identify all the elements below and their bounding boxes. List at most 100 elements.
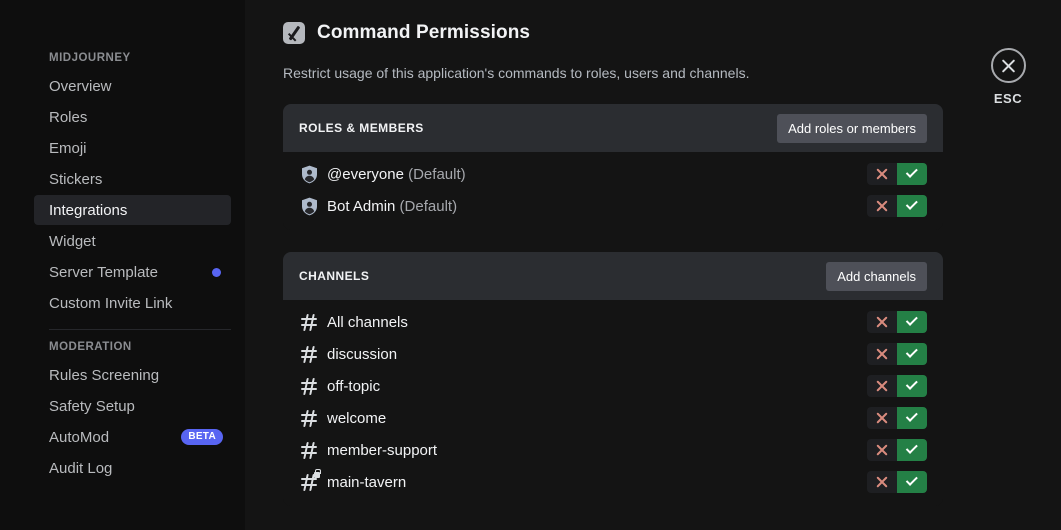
deny-button[interactable] [867, 311, 897, 334]
sidebar-item-label: Custom Invite Link [49, 294, 173, 312]
sidebar-item-emoji[interactable]: Emoji [34, 133, 231, 163]
sidebar-item-label: Stickers [49, 170, 103, 188]
hash-icon [301, 441, 327, 459]
add-channels-button[interactable]: Add channels [826, 261, 927, 291]
role-shield-icon [301, 165, 327, 184]
permission-toggle [867, 471, 927, 494]
row-welcome: welcome [283, 402, 943, 434]
row-name: All channels [327, 313, 408, 331]
allow-button[interactable] [897, 195, 927, 218]
permission-toggle [867, 439, 927, 462]
sidebar-item-label: Audit Log [49, 459, 113, 477]
sidebar-heading: MIDJOURNEY [49, 52, 131, 64]
sidebar-item-stickers[interactable]: Stickers [34, 164, 231, 194]
settings-sidebar: MIDJOURNEY Overview Roles Emoji Stickers Inte… [0, 0, 245, 530]
row-everyone: @everyone (Default) [283, 158, 943, 190]
sidebar-heading: MODERATION [49, 341, 132, 353]
deny-button[interactable] [867, 407, 897, 430]
slash-command-icon [283, 22, 305, 44]
close-icon [990, 48, 1026, 83]
card-title: CHANNELS [299, 269, 370, 284]
sidebar-item-automod[interactable]: AutoMod BETA [34, 422, 231, 452]
allow-button[interactable] [897, 163, 927, 186]
sidebar-item-label: Widget [49, 232, 96, 250]
row-label: Bot Admin (Default) [327, 198, 867, 215]
row-label: @everyone (Default) [327, 166, 867, 183]
sidebar-item-roles[interactable]: Roles [34, 102, 231, 132]
sidebar-item-rules-screening[interactable]: Rules Screening [34, 360, 231, 390]
sidebar-item-label: Safety Setup [49, 397, 135, 415]
sidebar-item-overview[interactable]: Overview [34, 71, 231, 101]
row-label: main-tavern [327, 474, 867, 491]
deny-button[interactable] [867, 471, 897, 494]
permission-toggle [867, 343, 927, 366]
sidebar-item-audit-log[interactable]: Audit Log [34, 453, 231, 483]
permission-toggle [867, 195, 927, 218]
settings-window: MIDJOURNEY Overview Roles Emoji Stickers Inte… [0, 0, 1061, 530]
sidebar-item-label: Overview [49, 77, 112, 95]
deny-button[interactable] [867, 375, 897, 398]
permission-toggle [867, 311, 927, 334]
permission-toggle [867, 407, 927, 430]
row-suffix: (Default) [395, 197, 458, 215]
card-body: All channels discussion off-topic welcome me… [283, 300, 943, 507]
row-label: All channels [327, 314, 867, 331]
sidebar-item-label: Integrations [49, 201, 128, 219]
sidebar-item-label: Server Template [49, 263, 158, 281]
close-label: ESC [993, 91, 1023, 106]
row-main-tavern: main-tavern [283, 466, 943, 498]
row-label: off-topic [327, 378, 867, 395]
row-discussion: discussion [283, 338, 943, 370]
new-indicator-dot [212, 267, 221, 277]
permission-toggle [867, 375, 927, 398]
hash-icon [301, 313, 327, 331]
deny-button[interactable] [867, 195, 897, 218]
card-header: ROLES & MEMBERS Add roles or members [283, 104, 943, 153]
sidebar-item-integrations[interactable]: Integrations [34, 195, 231, 225]
row-name: main-tavern [327, 473, 407, 491]
hash-icon [301, 377, 327, 395]
deny-button[interactable] [867, 439, 897, 462]
row-bot-admin: Bot Admin (Default) [283, 190, 943, 222]
beta-badge: BETA [181, 429, 223, 445]
allow-button[interactable] [897, 439, 927, 462]
sidebar-item-custom-invite-link[interactable]: Custom Invite Link [34, 288, 231, 318]
main-content: Command Permissions Restrict usage of th… [245, 0, 1061, 530]
row-label: member-support [327, 442, 867, 459]
page-description: Restrict usage of this application's com… [283, 65, 750, 81]
card-title: ROLES & MEMBERS [299, 121, 424, 136]
close-button[interactable]: ESC [979, 48, 1037, 106]
row-name: welcome [327, 409, 387, 427]
page-header: Command Permissions [283, 22, 1061, 44]
row-name: @everyone [327, 165, 404, 183]
allow-button[interactable] [897, 471, 927, 494]
allow-button[interactable] [897, 407, 927, 430]
row-name: member-support [327, 441, 438, 459]
card-header: CHANNELS Add channels [283, 252, 943, 301]
deny-button[interactable] [867, 343, 897, 366]
sidebar-item-label: AutoMod [49, 428, 110, 446]
row-member-support: member-support [283, 434, 943, 466]
row-suffix: (Default) [403, 165, 466, 183]
sidebar-item-widget[interactable]: Widget [34, 226, 231, 256]
allow-button[interactable] [897, 375, 927, 398]
card-channels: CHANNELS Add channels All channels discussi… [283, 252, 943, 507]
role-shield-icon [301, 197, 327, 216]
deny-button[interactable] [867, 163, 897, 186]
row-off-topic: off-topic [283, 370, 943, 402]
hash-icon [301, 409, 327, 427]
row-name: Bot Admin [327, 197, 396, 215]
hash-private-icon [301, 468, 327, 491]
sidebar-item-label: Roles [49, 108, 88, 126]
allow-button[interactable] [897, 311, 927, 334]
permission-toggle [867, 163, 927, 186]
add-roles-and-members-button[interactable]: Add roles or members [777, 113, 927, 143]
sidebar-item-safety-setup[interactable]: Safety Setup [34, 391, 231, 421]
sidebar-item-server-template[interactable]: Server Template [34, 257, 231, 287]
page-title: Command Permissions [317, 22, 531, 43]
row-name: off-topic [327, 377, 381, 395]
sidebar-item-label: Emoji [49, 139, 87, 157]
card-roles-and-members: ROLES & MEMBERS Add roles or members @ever… [283, 104, 943, 231]
sidebar-item-label: Rules Screening [49, 366, 160, 384]
allow-button[interactable] [897, 343, 927, 366]
